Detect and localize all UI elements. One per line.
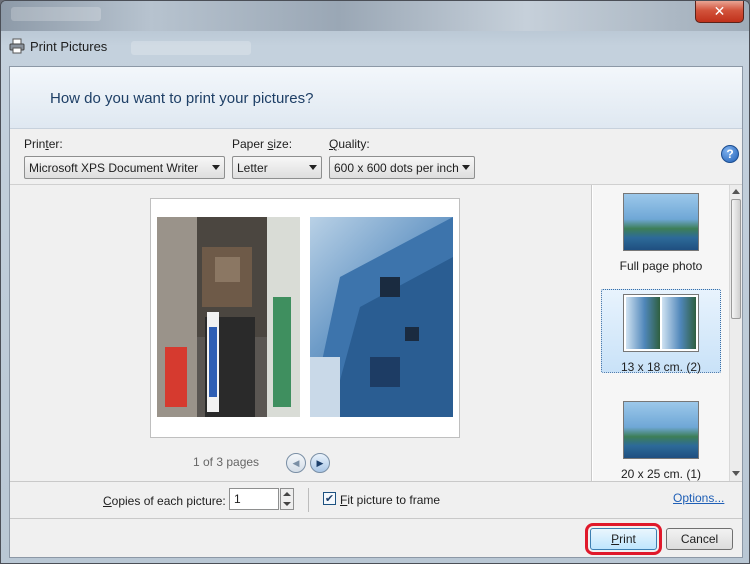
chevron-down-icon: [212, 165, 220, 170]
layout-label: Full page photo: [619, 259, 703, 273]
divider: [308, 488, 309, 512]
layout-thumbnail: [623, 401, 699, 459]
paper-size-label: Paper size:: [232, 137, 293, 151]
layout-list: Full page photo 13 x 18 cm. (2) 20 x 25 …: [593, 185, 729, 481]
close-icon: ✕: [713, 3, 726, 19]
paper-size-value: Letter: [237, 161, 268, 175]
layout-item-20x25[interactable]: 20 x 25 cm. (1): [601, 397, 721, 481]
scrollbar-thumb[interactable]: [731, 199, 741, 319]
quality-value: 600 x 600 dots per inch: [334, 161, 459, 175]
fit-to-frame-label[interactable]: Fit picture to frame: [340, 493, 440, 507]
layout-item-13x18[interactable]: 13 x 18 cm. (2): [601, 289, 721, 374]
fit-to-frame-checkbox[interactable]: ✔: [323, 492, 336, 505]
copies-stepper[interactable]: [280, 488, 294, 510]
previous-page-button[interactable]: ◀: [286, 453, 306, 473]
spin-down-icon[interactable]: [283, 502, 291, 506]
options-link[interactable]: Options...: [673, 491, 724, 505]
print-preview: 1 of 3 pages ◀ ▶: [10, 185, 592, 481]
header-band: How do you want to print your pictures?: [10, 67, 742, 129]
page-counter: 1 of 3 pages: [193, 455, 260, 469]
page-title: How do you want to print your pictures?: [50, 90, 314, 107]
preview-page: [150, 198, 460, 438]
close-button[interactable]: ✕: [695, 1, 744, 23]
title-bar: Print Pictures: [9, 36, 107, 56]
scroll-down-icon[interactable]: [732, 471, 740, 476]
print-pictures-window: ✕ Print Pictures How do you want to prin…: [0, 0, 750, 564]
printer-select[interactable]: Microsoft XPS Document Writer: [24, 156, 225, 179]
checkmark-icon: ✔: [324, 493, 335, 505]
layout-item-full-page[interactable]: Full page photo: [601, 189, 721, 273]
chevron-down-icon: [309, 165, 317, 170]
copies-input[interactable]: 1: [229, 488, 279, 510]
button-bar: Print Cancel: [10, 519, 742, 557]
quality-label: Quality:: [329, 137, 370, 151]
blurred-titlebar: [1, 1, 749, 55]
printer-icon: [9, 38, 25, 54]
dialog-client: How do you want to print your pictures? …: [9, 66, 743, 558]
help-icon[interactable]: ?: [721, 145, 739, 163]
printer-label: Printer:: [24, 137, 63, 151]
layout-label: 20 x 25 cm. (1): [620, 467, 702, 481]
cancel-button[interactable]: Cancel: [666, 528, 733, 550]
printer-select-value: Microsoft XPS Document Writer: [29, 161, 199, 175]
next-page-button[interactable]: ▶: [310, 453, 330, 473]
preview-photo-right: [310, 217, 453, 417]
quality-select[interactable]: 600 x 600 dots per inch: [329, 156, 475, 179]
arrow-left-icon: ◀: [292, 457, 300, 468]
layout-label: 13 x 18 cm. (2): [620, 360, 702, 374]
layout-thumbnail: [623, 294, 699, 352]
layout-thumbnail: [623, 193, 699, 251]
preview-photo-left: [157, 217, 300, 417]
options-bar: Copies of each picture: 1 ✔ Fit picture …: [10, 481, 742, 519]
print-settings-row: Printer: Microsoft XPS Document Writer P…: [10, 129, 742, 185]
arrow-right-icon: ▶: [316, 457, 324, 468]
chevron-down-icon: [462, 165, 470, 170]
layout-scrollbar[interactable]: [729, 185, 742, 481]
copies-label: Copies of each picture:: [103, 494, 226, 508]
scroll-up-icon[interactable]: [732, 189, 740, 194]
paper-size-select[interactable]: Letter: [232, 156, 322, 179]
spin-up-icon[interactable]: [283, 492, 291, 496]
window-title: Print Pictures: [30, 38, 108, 54]
print-button[interactable]: Print: [585, 523, 662, 555]
